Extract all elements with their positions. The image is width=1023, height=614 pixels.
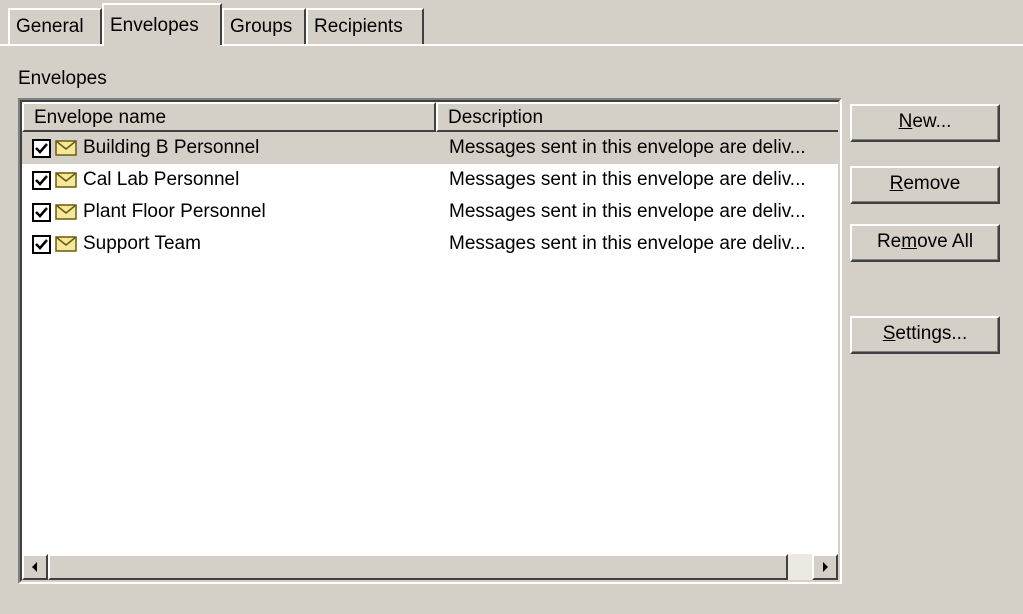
tab-envelopes[interactable]: Envelopes	[102, 3, 222, 45]
tab-recipients[interactable]: Recipients	[306, 8, 424, 44]
checkmark-icon	[35, 174, 48, 186]
arrow-left-icon	[32, 562, 37, 572]
envelope-icon	[55, 204, 77, 220]
envelope-name-cell: Support Team	[32, 232, 201, 256]
checkbox-checked-icon[interactable]	[32, 170, 51, 190]
checkmark-icon	[35, 238, 48, 250]
envelope-name: Cal Lab Personnel	[83, 169, 240, 190]
envelopes-group-label: Envelopes	[18, 68, 107, 89]
list-rows: Building B Personnel Messages sent in thi…	[22, 132, 838, 260]
remove-button[interactable]: Remove	[850, 166, 1000, 204]
new-button-accel: N	[898, 111, 913, 132]
remove-all-button-label-post: ove All	[917, 231, 974, 252]
settings-button-accel: S	[882, 323, 896, 344]
remove-all-button-label-pre: Re	[876, 231, 902, 252]
horizontal-scrollbar[interactable]	[22, 554, 838, 580]
envelope-icon	[55, 172, 77, 188]
checkmark-icon	[35, 142, 48, 154]
checkbox-checked-icon[interactable]	[32, 202, 51, 222]
checkmark-icon	[35, 206, 48, 218]
envelope-description: Messages sent in this envelope are deliv…	[449, 201, 806, 222]
envelope-name: Plant Floor Personnel	[83, 201, 266, 222]
envelopes-list[interactable]: Envelope name Description Building B Per…	[18, 98, 842, 584]
list-header: Envelope name Description	[22, 102, 838, 132]
settings-button[interactable]: Settings...	[850, 316, 1000, 354]
remove-button-label-post: emove	[903, 173, 961, 194]
scroll-left-button[interactable]	[22, 554, 48, 580]
envelope-icon	[55, 140, 77, 156]
envelope-description: Messages sent in this envelope are deliv…	[449, 137, 806, 158]
new-button-label-post: ew...	[912, 111, 952, 132]
envelope-name-cell: Cal Lab Personnel	[32, 168, 239, 192]
envelope-name-cell: Building B Personnel	[32, 136, 259, 160]
arrow-right-icon	[823, 562, 828, 572]
envelope-name: Building B Personnel	[83, 137, 260, 158]
envelope-icon	[55, 236, 77, 252]
envelope-name: Support Team	[83, 233, 201, 254]
settings-button-label-post: ettings...	[895, 323, 968, 344]
tab-strip: General Envelopes Groups Recipients	[0, 0, 1023, 46]
envelope-description: Messages sent in this envelope are deliv…	[449, 169, 806, 190]
scroll-right-button[interactable]	[812, 554, 838, 580]
scroll-thumb[interactable]	[48, 554, 788, 580]
tab-groups[interactable]: Groups	[222, 8, 306, 44]
tab-active-gap	[104, 44, 220, 46]
list-item[interactable]: Plant Floor Personnel Messages sent in th…	[22, 196, 838, 228]
envelope-name-cell: Plant Floor Personnel	[32, 200, 266, 224]
column-header-envelope-name[interactable]: Envelope name	[22, 102, 436, 132]
list-item[interactable]: Building B Personnel Messages sent in thi…	[22, 132, 838, 164]
checkbox-checked-icon[interactable]	[32, 234, 51, 254]
checkbox-checked-icon[interactable]	[32, 138, 51, 158]
remove-all-button[interactable]: Remove All	[850, 224, 1000, 262]
new-button[interactable]: New...	[850, 104, 1000, 142]
envelope-description: Messages sent in this envelope are deliv…	[449, 233, 806, 254]
remove-button-accel: R	[889, 173, 904, 194]
remove-all-button-accel: m	[901, 231, 918, 252]
list-item[interactable]: Support Team Messages sent in this envelo…	[22, 228, 838, 260]
tab-general[interactable]: General	[8, 8, 102, 44]
column-header-description[interactable]: Description	[436, 102, 838, 132]
list-item[interactable]: Cal Lab Personnel Messages sent in this e…	[22, 164, 838, 196]
